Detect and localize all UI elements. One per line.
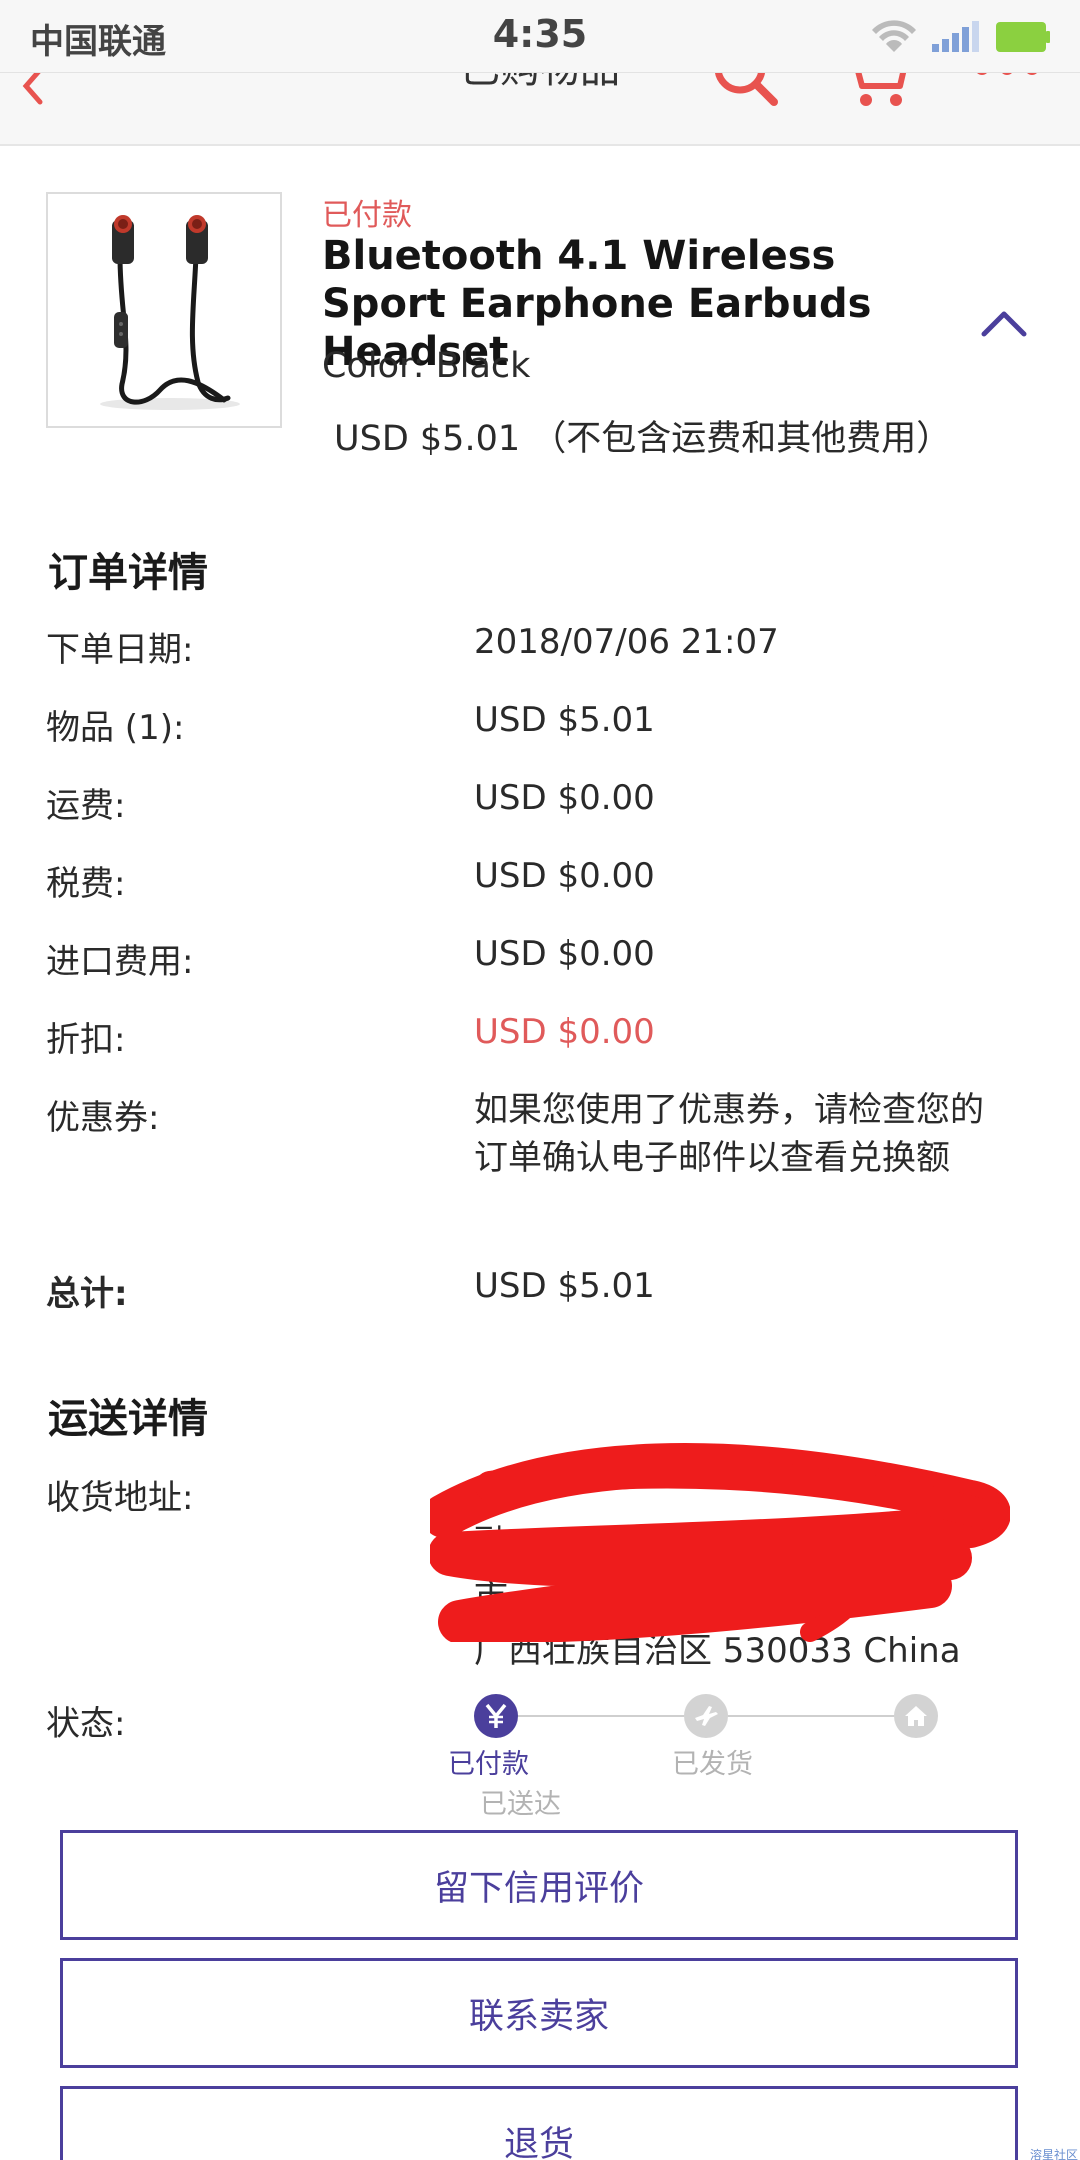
address-redaction-scribble [430, 1443, 1010, 1642]
item-price-note: （不包含运费和其他费用） [531, 419, 952, 459]
order-date-value: 2018/07/06 21:07 [474, 622, 779, 662]
nav-title: 已购物品 [0, 72, 1080, 94]
tracker-connector [518, 1715, 684, 1717]
address-label: 收货地址: [46, 1478, 194, 1518]
items-count-label: 物品 (1): [46, 708, 185, 748]
leave-feedback-button[interactable]: 留下信用评价 [60, 1830, 1018, 1940]
status-bar: 中国联通 4:35 [0, 0, 1080, 73]
discount-label: 折扣: [46, 1020, 126, 1060]
nav-header: 已购物品 [0, 72, 1080, 146]
home-icon [905, 1706, 927, 1726]
signal-icon [932, 21, 979, 52]
plane-icon [695, 1706, 718, 1726]
wifi-icon [872, 20, 916, 52]
items-subtotal-value: USD $5.01 [474, 700, 655, 740]
import-fee-value: USD $0.00 [474, 934, 655, 974]
shipping-cost-value: USD $0.00 [474, 778, 655, 818]
shipping-details-heading: 运送详情 [48, 1396, 208, 1442]
earphone-product-image [100, 215, 240, 410]
item-color-value: Black [435, 346, 531, 386]
tracker-label-shipped: 已发货 [672, 1749, 753, 1780]
tax-label: 税费: [46, 864, 126, 904]
tracker-step-delivered [894, 1694, 938, 1738]
order-details-page: 中国联通 4:35 已购物品 [0, 0, 1080, 2160]
item-color: Color: Black [322, 346, 530, 386]
battery-icon [996, 22, 1050, 52]
chevron-up-icon[interactable] [980, 308, 1028, 340]
search-icon[interactable] [712, 72, 780, 110]
tracker-label-delivered: 已送达 [480, 1789, 561, 1820]
tracker-label-paid: 已付款 [448, 1749, 529, 1780]
order-details-heading: 订单详情 [48, 550, 208, 596]
shipping-cost-label: 运费: [46, 786, 126, 826]
coupon-value: 如果您使用了优惠券，请检查您的订单确认电子邮件以查看兑换额 [474, 1090, 984, 1178]
discount-value: USD $0.00 [474, 1012, 655, 1052]
order-date-label: 下单日期: [46, 630, 194, 670]
more-icon[interactable] [972, 72, 1042, 96]
yen-icon [485, 1703, 507, 1728]
tracker-connector [728, 1715, 894, 1717]
item-payment-status: 已付款 [322, 198, 412, 233]
return-item-button[interactable]: 退货 [60, 2086, 1018, 2160]
contact-seller-button[interactable]: 联系卖家 [60, 1958, 1018, 2068]
item-price: USD $5.01 （不包含运费和其他费用） [334, 410, 951, 461]
total-value: USD $5.01 [474, 1266, 655, 1306]
total-label: 总计: [46, 1274, 128, 1314]
status-icons [872, 20, 1050, 52]
cart-icon[interactable] [840, 72, 912, 110]
watermark: 溶星社区 [1029, 2148, 1078, 2160]
import-fee-label: 进口费用: [46, 942, 194, 982]
tax-value: USD $0.00 [474, 856, 655, 896]
tracker-step-shipped [684, 1694, 728, 1738]
item-price-value: USD $5.01 [334, 419, 521, 459]
status-label: 状态: [46, 1704, 126, 1744]
item-image[interactable] [46, 192, 282, 428]
coupon-label: 优惠券: [46, 1098, 160, 1138]
tracker-step-paid [474, 1694, 518, 1738]
item-color-label: Color: [322, 346, 425, 386]
